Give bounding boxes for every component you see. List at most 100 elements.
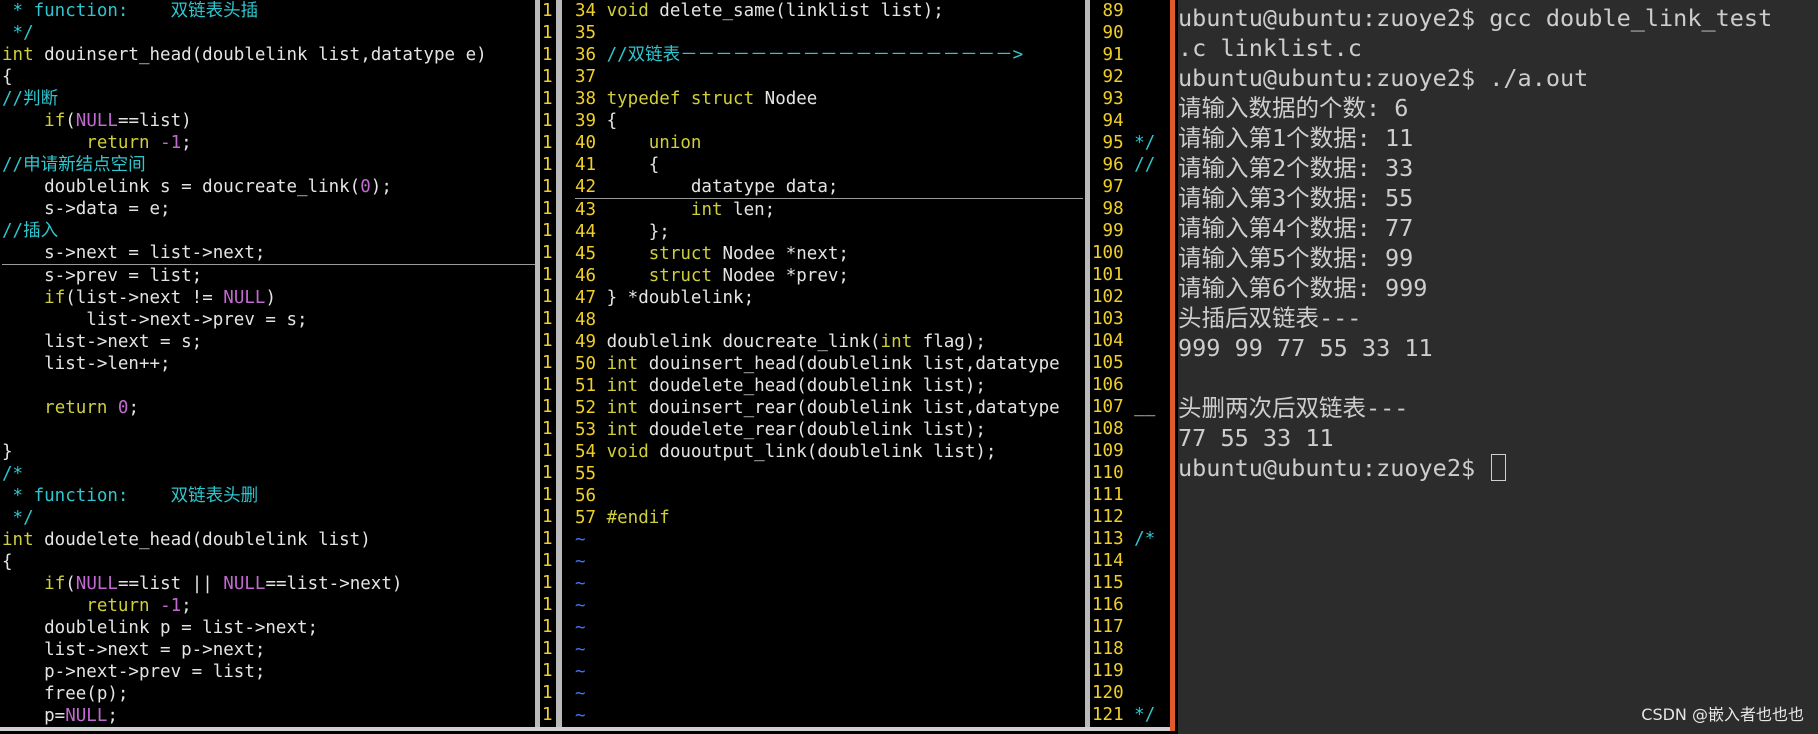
code-line: 54 void dououtput_link(doublelink list);: [575, 441, 1083, 463]
line-number: 52: [575, 398, 607, 418]
code-line: * function: 双链表头插: [2, 0, 535, 22]
line-number: 99: [1092, 221, 1135, 241]
code-line: p=NULL;: [2, 705, 535, 727]
code-line: {: [2, 551, 535, 573]
code-line: int douinsert_head(doublelink list,datat…: [2, 44, 535, 66]
gutter-mark: 1: [542, 639, 553, 659]
code-line: 89: [1092, 0, 1166, 22]
right-editor-pane[interactable]: 89 90 91 92 93 94 95 */ 96 // 97 98 99 1…: [1092, 0, 1166, 731]
left-editor-pane[interactable]: * function: 双链表头插 */int douinsert_head(d…: [2, 0, 535, 731]
gutter-mark: 1: [542, 551, 553, 571]
code-token: NULL: [65, 706, 108, 726]
line-number: 44: [575, 222, 607, 242]
code-line: 38 typedef struct Nodee: [575, 88, 1083, 110]
code-token: douinsert_head(doublelink list,datatype …: [33, 45, 487, 65]
code-line: */: [2, 22, 535, 44]
code-token: Nodee: [754, 89, 818, 109]
code-token: if: [44, 574, 66, 594]
code-line: p->next->prev = list;: [2, 661, 535, 683]
middle-editor-pane[interactable]: 34 void delete_same(linklist list); 35 36…: [575, 0, 1083, 731]
code-token: struct: [648, 244, 712, 264]
code-line: //插入: [2, 220, 535, 242]
code-token: int: [880, 332, 913, 352]
code-token: NULL: [223, 574, 266, 594]
code-token: ;: [107, 706, 118, 726]
split-separator: [535, 0, 540, 731]
line-number: 116: [1092, 595, 1135, 615]
gutter-mark: 1: [542, 529, 553, 549]
code-token: list->next->prev = s;: [2, 310, 308, 330]
split-separator: [1085, 0, 1090, 731]
line-number: 43: [575, 200, 607, 220]
line-number: 100: [1092, 243, 1135, 263]
code-token: * function: 双链表头删: [2, 486, 259, 506]
code-token: //申请新结点空间: [2, 155, 146, 175]
line-number: 50: [575, 354, 607, 374]
code-token: doudelete_rear(doublelink list);: [638, 420, 986, 440]
code-line: 53 int doudelete_rear(doublelink list);: [575, 419, 1083, 441]
line-number: 109: [1092, 441, 1135, 461]
code-line: 103: [1092, 308, 1166, 330]
line-number: 49: [575, 332, 607, 352]
gutter-mark: 1: [542, 89, 553, 109]
terminal-text: 请输入第3个数据: 55: [1178, 184, 1414, 212]
code-token: int: [2, 530, 34, 550]
line-number: 121: [1092, 705, 1135, 725]
code-token: flag);: [912, 332, 986, 352]
line-number: 38: [575, 89, 607, 109]
terminal-line: ubuntu@ubuntu:zuoye2$ ./a.out: [1178, 63, 1818, 93]
terminal-text: .c linklist.c: [1178, 34, 1362, 62]
code-token: return: [86, 596, 150, 616]
code-line: /*: [2, 463, 535, 485]
code-token: ;: [181, 596, 192, 616]
code-token: 0: [360, 177, 371, 197]
code-token: {: [2, 67, 13, 87]
line-number: 90: [1092, 23, 1135, 43]
code-token: free(p);: [2, 684, 129, 704]
terminal-text: 头插后双链表---: [1178, 304, 1362, 332]
code-token: list->next = s;: [2, 332, 203, 352]
code-line: 55: [575, 463, 1083, 485]
line-number: 113: [1092, 529, 1135, 549]
line-number: 35: [575, 23, 607, 43]
gutter-mark: 1: [542, 595, 553, 615]
terminal-line: 头插后双链表---: [1178, 303, 1818, 333]
terminal-text: 999 99 77 55 33 11: [1178, 334, 1433, 362]
terminal-line: 请输入第1个数据: 11: [1178, 123, 1818, 153]
terminal-pane[interactable]: ubuntu@ubuntu:zuoye2$ gcc double_link_te…: [1178, 0, 1818, 734]
code-token: //插入: [2, 221, 59, 241]
code-line: ~: [575, 617, 1083, 639]
line-number: 92: [1092, 67, 1135, 87]
code-token: ~: [575, 706, 586, 726]
code-line: return -1;: [2, 595, 535, 617]
code-token: int: [690, 200, 723, 220]
code-token: ==list): [117, 111, 192, 131]
code-token: (: [65, 574, 76, 594]
code-line: 92: [1092, 66, 1166, 88]
code-token: {: [606, 111, 618, 131]
line-number: 112: [1092, 507, 1135, 527]
terminal-text: 请输入第2个数据: 33: [1178, 154, 1414, 182]
code-token: * function: 双链表头插: [2, 1, 259, 21]
code-token: ;: [181, 133, 192, 153]
line-number: 110: [1092, 463, 1135, 483]
gutter-mark: 1: [542, 573, 553, 593]
code-line: //判断: [2, 88, 535, 110]
gutter-mark: 1: [542, 199, 553, 219]
line-number: 45: [575, 244, 607, 264]
code-token: ~: [575, 596, 586, 616]
code-token: #endif: [606, 508, 670, 528]
code-token: int: [2, 45, 34, 65]
code-line: 114: [1092, 550, 1166, 572]
code-line: 119: [1092, 660, 1166, 682]
code-line: int doudelete_head(doublelink list): [2, 529, 535, 551]
code-line: 95 */: [1092, 132, 1166, 154]
terminal-text: 请输入第6个数据: 999: [1178, 274, 1428, 302]
code-line: 35: [575, 22, 1083, 44]
